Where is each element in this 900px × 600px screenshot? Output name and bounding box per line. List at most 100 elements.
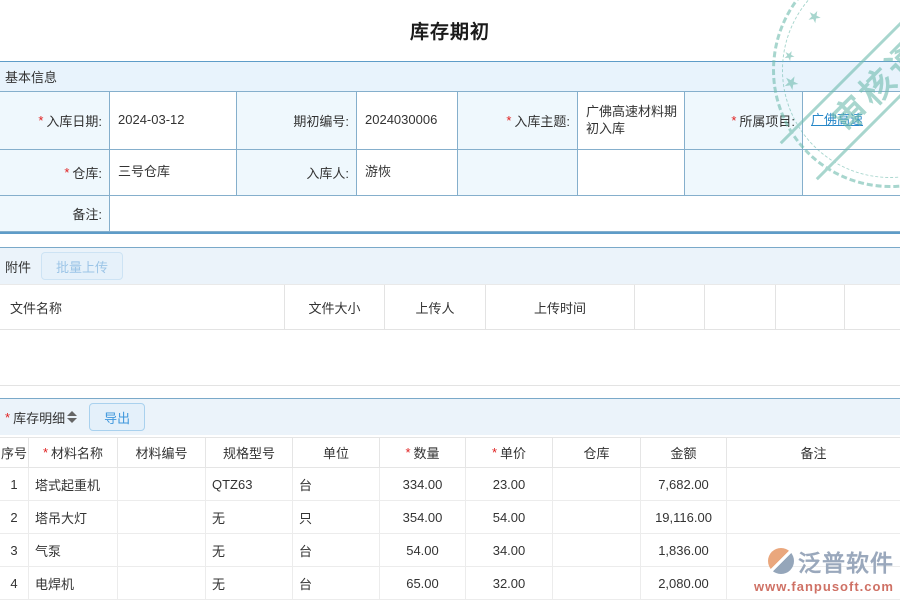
- operator-value: 游恢: [357, 150, 458, 196]
- col-material-code: 材料编号: [118, 437, 206, 468]
- table-cell: 气泵: [29, 534, 118, 567]
- table-cell: [553, 501, 641, 534]
- operator-label: 入库人:: [237, 150, 357, 196]
- project-label: *所属项目:: [685, 92, 803, 150]
- empty-value-cell: [803, 150, 900, 196]
- basic-info-section: 基本信息 *入库日期: 2024-03-12 期初编号: 2024030006 …: [0, 61, 900, 234]
- table-cell: 台: [293, 567, 380, 600]
- table-cell: 54.00: [466, 501, 553, 534]
- inventory-title: * 库存明细: [5, 408, 79, 427]
- table-cell: 34.00: [466, 534, 553, 567]
- col-file-size: 文件大小: [285, 285, 385, 330]
- table-cell: [118, 534, 206, 567]
- table-cell: 台: [293, 468, 380, 501]
- col-empty: [705, 285, 776, 330]
- col-unit-price: *单价: [466, 437, 553, 468]
- col-empty: [845, 285, 900, 330]
- table-cell: [727, 567, 900, 600]
- table-cell: 无: [206, 534, 293, 567]
- table-cell: 2: [0, 501, 29, 534]
- table-cell: 334.00: [380, 468, 466, 501]
- table-cell: [727, 534, 900, 567]
- table-cell: 32.00: [466, 567, 553, 600]
- required-marker: *: [731, 113, 736, 128]
- required-marker: *: [405, 445, 410, 460]
- basic-info-header: 基本信息: [0, 62, 900, 92]
- table-cell: 23.00: [466, 468, 553, 501]
- col-remark: 备注: [727, 437, 900, 468]
- required-marker: *: [506, 113, 511, 128]
- code-value: 2024030006: [357, 92, 458, 150]
- attachments-empty-body: [0, 330, 900, 386]
- export-button[interactable]: 导出: [89, 403, 145, 431]
- col-quantity: *数量: [380, 437, 466, 468]
- attachments-section: 附件 批量上传 文件名称 文件大小 上传人 上传时间: [0, 247, 900, 386]
- table-cell: [553, 567, 641, 600]
- table-cell: 3: [0, 534, 29, 567]
- attachments-title: 附件: [5, 257, 31, 276]
- star-icon: ★: [845, 0, 865, 1]
- required-marker: *: [64, 165, 69, 180]
- sort-icon[interactable]: [67, 411, 77, 423]
- table-cell: 54.00: [380, 534, 466, 567]
- col-uploader: 上传人: [385, 285, 486, 330]
- col-unit: 单位: [293, 437, 380, 468]
- col-empty: [776, 285, 845, 330]
- col-seq: 序号: [0, 437, 29, 468]
- table-cell: 塔式起重机: [29, 468, 118, 501]
- col-material-name: *材料名称: [29, 437, 118, 468]
- subject-value: 广佛高速材料期初入库: [578, 92, 685, 150]
- table-cell: 电焊机: [29, 567, 118, 600]
- basic-info-title: 基本信息: [5, 67, 57, 86]
- table-cell: [118, 501, 206, 534]
- warehouse-label: *仓库:: [0, 150, 110, 196]
- table-cell: 1,836.00: [641, 534, 727, 567]
- project-value: 广佛高速: [803, 92, 900, 150]
- required-marker: *: [492, 445, 497, 460]
- table-cell: 无: [206, 501, 293, 534]
- required-marker: *: [43, 445, 48, 460]
- table-cell: 354.00: [380, 501, 466, 534]
- warehouse-value: 三号仓库: [110, 150, 237, 196]
- date-label: *入库日期:: [0, 92, 110, 150]
- table-cell: 2,080.00: [641, 567, 727, 600]
- subject-label: *入库主题:: [458, 92, 578, 150]
- remark-label: 备注:: [0, 196, 110, 232]
- attachments-toolbar: 附件 批量上传: [0, 248, 900, 284]
- table-cell: [118, 567, 206, 600]
- col-spec-model: 规格型号: [206, 437, 293, 468]
- col-file-name: 文件名称: [0, 285, 285, 330]
- batch-upload-button[interactable]: 批量上传: [41, 252, 123, 280]
- page-title: 库存期初: [0, 17, 900, 44]
- empty-label-cell: [458, 150, 578, 196]
- table-cell: [553, 534, 641, 567]
- table-cell: [727, 468, 900, 501]
- table-cell: 只: [293, 501, 380, 534]
- table-cell: 塔吊大灯: [29, 501, 118, 534]
- table-cell: 19,116.00: [641, 501, 727, 534]
- col-amount: 金额: [641, 437, 727, 468]
- table-cell: 无: [206, 567, 293, 600]
- table-cell: 7,682.00: [641, 468, 727, 501]
- col-warehouse: 仓库: [553, 437, 641, 468]
- required-marker: *: [5, 410, 10, 425]
- empty-value-cell: [578, 150, 685, 196]
- table-cell: [553, 468, 641, 501]
- project-link[interactable]: 广佛高速: [811, 112, 863, 129]
- table-cell: [118, 468, 206, 501]
- table-cell: [727, 501, 900, 534]
- inventory-table: 序号 *材料名称 材料编号 规格型号 单位 *数量 *单价 仓库 金额 备注 1…: [0, 437, 900, 600]
- remark-value: [110, 196, 900, 232]
- col-upload-time: 上传时间: [486, 285, 635, 330]
- code-label: 期初编号:: [237, 92, 357, 150]
- col-empty: [635, 285, 705, 330]
- table-cell: 65.00: [380, 567, 466, 600]
- inventory-toolbar: * 库存明细 导出: [0, 399, 900, 435]
- table-cell: QTZ63: [206, 468, 293, 501]
- table-cell: 4: [0, 567, 29, 600]
- date-value: 2024-03-12: [110, 92, 237, 150]
- table-cell: 1: [0, 468, 29, 501]
- page: 库存期初 审核通过 ★ ★ ★ ★ ★ ★ ★ 基本信息 *入库日期: 2024…: [0, 0, 900, 600]
- attachments-table-header: 文件名称 文件大小 上传人 上传时间: [0, 284, 900, 330]
- empty-label-cell: [685, 150, 803, 196]
